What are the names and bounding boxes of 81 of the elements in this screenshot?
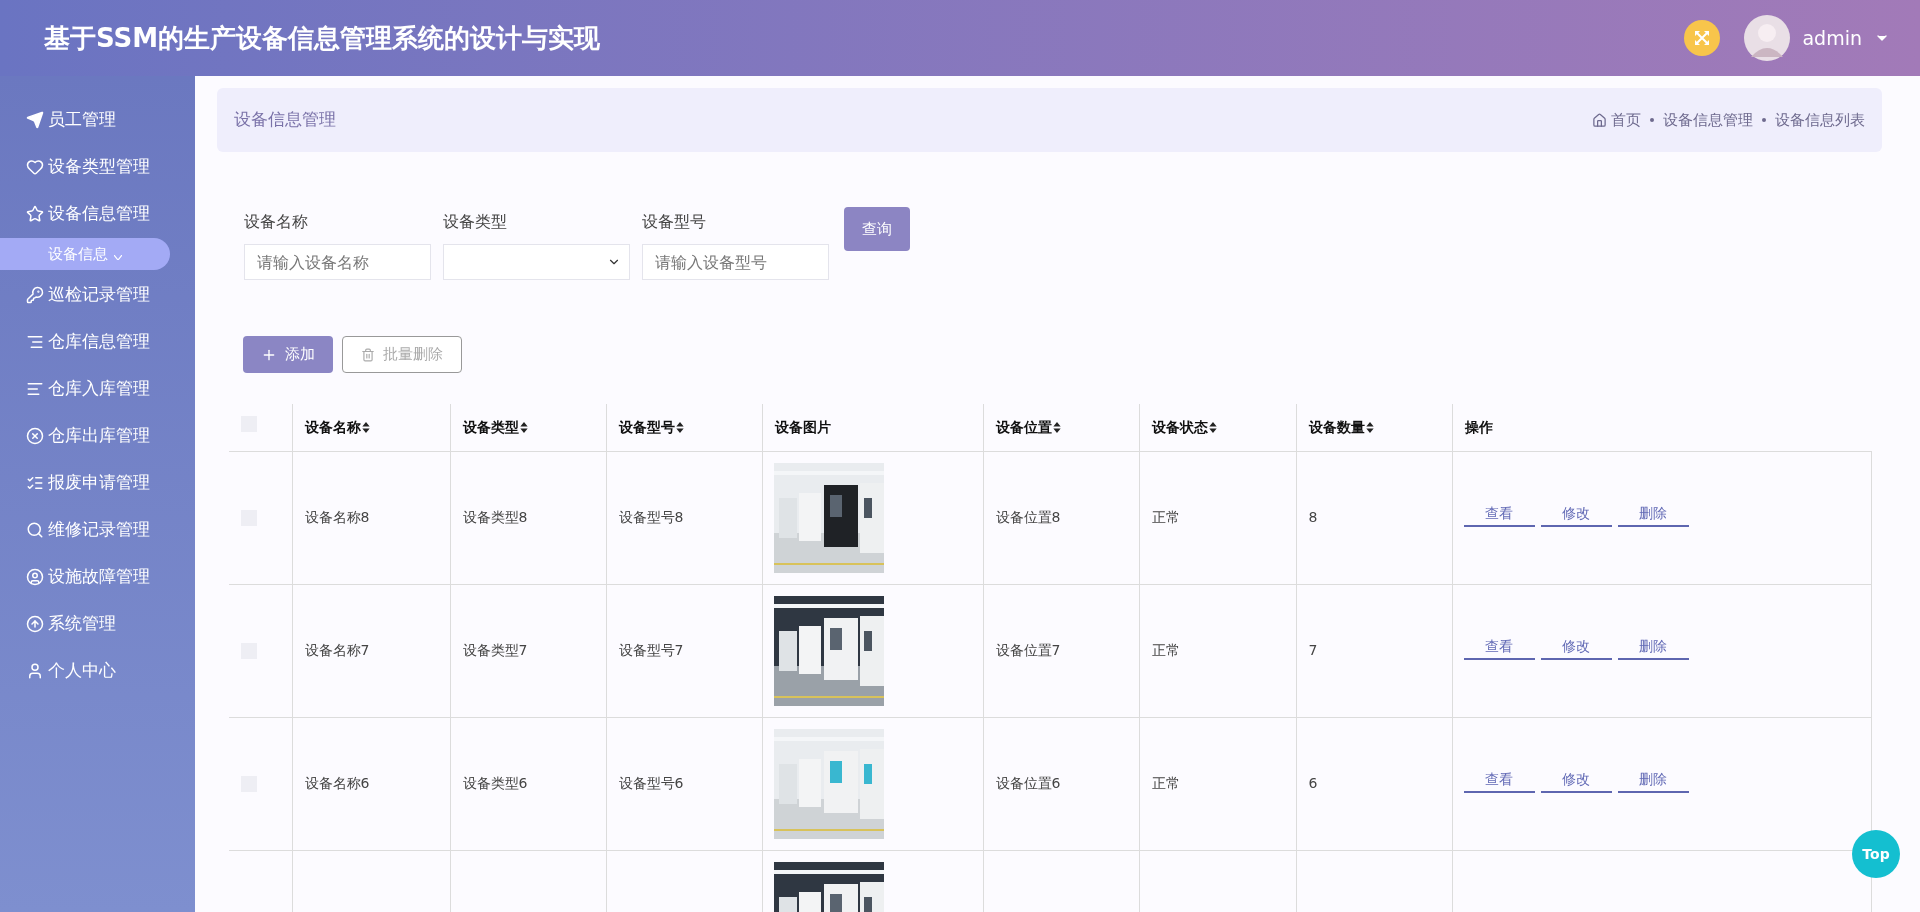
- row-action-link[interactable]: 查看: [1463, 502, 1535, 527]
- app-title: 基于SSM的生产设备信息管理系统的设计与实现: [44, 21, 601, 55]
- sidebar-item[interactable]: 巡检记录管理: [0, 271, 195, 318]
- row-action-link[interactable]: 查看: [1463, 768, 1535, 793]
- row-action-link[interactable]: 查看: [1463, 635, 1535, 660]
- table-cell: 正常: [1151, 775, 1180, 791]
- sort-icon[interactable]: [1208, 422, 1217, 434]
- menu-icon: [26, 567, 44, 586]
- table-cell: 6: [1308, 775, 1318, 791]
- search-button[interactable]: 查询: [844, 207, 910, 251]
- table-cell: 设备型号7: [618, 642, 684, 658]
- caret-icon: [114, 254, 122, 260]
- row-action-link[interactable]: 删除: [1617, 768, 1689, 793]
- table-cell: 设备类型8: [462, 509, 528, 525]
- home-icon: [1592, 112, 1607, 128]
- menu-icon: [26, 285, 44, 304]
- menu-icon: [26, 157, 44, 176]
- breadcrumb-item[interactable]: 设备信息列表: [1775, 108, 1865, 132]
- table-cell: 正常: [1151, 509, 1180, 525]
- sort-icon[interactable]: [361, 422, 370, 434]
- table-cell: 设备名称8: [304, 509, 370, 525]
- breadcrumb-item[interactable]: 设备信息管理: [1663, 108, 1753, 132]
- row-action-link[interactable]: 修改: [1540, 502, 1612, 527]
- breadcrumb-item[interactable]: 首页: [1611, 108, 1641, 132]
- sort-icon[interactable]: [1365, 422, 1374, 434]
- row-action-link[interactable]: 修改: [1540, 635, 1612, 660]
- table-cell: 7: [1308, 642, 1318, 658]
- sidebar-item[interactable]: 仓库信息管理: [0, 318, 195, 365]
- field-label: 设备类型: [443, 211, 508, 233]
- column-header[interactable]: 设备位置: [995, 418, 1061, 435]
- table-cell: 设备位置6: [995, 775, 1061, 791]
- row-action-link[interactable]: 修改: [1540, 768, 1612, 793]
- table-cell: 设备类型7: [462, 642, 528, 658]
- sort-icon[interactable]: [519, 422, 528, 434]
- menu-icon: [26, 614, 44, 633]
- search-field[interactable]: 请输入设备名称: [244, 244, 431, 280]
- sidebar-item[interactable]: 仓库入库管理: [0, 365, 195, 412]
- sort-icon[interactable]: [1052, 422, 1061, 434]
- sidebar-item[interactable]: 维修记录管理: [0, 506, 195, 553]
- sidebar-item[interactable]: 系统管理: [0, 600, 195, 647]
- field-label: 设备名称: [244, 211, 309, 233]
- row-action-link[interactable]: 删除: [1617, 502, 1689, 527]
- menu-icon: [26, 520, 44, 539]
- avatar[interactable]: [1744, 15, 1791, 61]
- username[interactable]: admin: [1802, 23, 1862, 53]
- row-action-link[interactable]: 删除: [1617, 635, 1689, 660]
- menu-icon: [26, 204, 44, 223]
- sidebar-item[interactable]: 个人中心: [0, 647, 195, 694]
- table-cell: 设备名称6: [304, 775, 370, 791]
- sidebar-item[interactable]: 设备信息管理: [0, 190, 195, 237]
- field-label: 设备型号: [642, 211, 707, 233]
- column-header[interactable]: 设备型号: [618, 418, 684, 435]
- sidebar-item[interactable]: 设施故障管理: [0, 553, 195, 600]
- table-cell: 设备型号6: [618, 775, 684, 791]
- table-cell: 设备型号8: [618, 509, 684, 525]
- add-button[interactable]: 添加: [243, 336, 333, 373]
- sort-icon[interactable]: [675, 422, 684, 434]
- sidebar-item[interactable]: 仓库出库管理: [0, 412, 195, 459]
- fullscreen-icon: [1694, 30, 1711, 46]
- table-cell: 8: [1308, 509, 1318, 525]
- table-cell: 设备类型6: [462, 775, 528, 791]
- column-header[interactable]: 设备数量: [1308, 418, 1374, 435]
- column-header: 操作: [1464, 418, 1493, 435]
- sidebar-item[interactable]: 报废申请管理: [0, 459, 195, 506]
- page-title: 设备信息管理: [234, 108, 336, 132]
- menu-icon: [26, 661, 44, 680]
- column-header: 设备图片: [774, 418, 831, 435]
- sidebar-item[interactable]: 员工管理: [0, 96, 195, 143]
- trash-icon: [361, 347, 375, 362]
- table-cell: 设备名称7: [304, 642, 370, 658]
- column-header[interactable]: 设备类型: [462, 418, 528, 435]
- menu-icon: [26, 426, 44, 445]
- table-cell: 正常: [1151, 642, 1180, 658]
- table-cell: 设备位置7: [995, 642, 1061, 658]
- fullscreen-button[interactable]: [1684, 20, 1721, 56]
- search-field[interactable]: 请输入设备型号: [642, 244, 829, 280]
- menu-icon: [26, 110, 44, 129]
- sidebar-item[interactable]: 设备类型管理: [0, 143, 195, 190]
- column-header[interactable]: 设备状态: [1151, 418, 1217, 435]
- column-header[interactable]: 设备名称: [304, 418, 370, 435]
- table-cell: 设备位置8: [995, 509, 1061, 525]
